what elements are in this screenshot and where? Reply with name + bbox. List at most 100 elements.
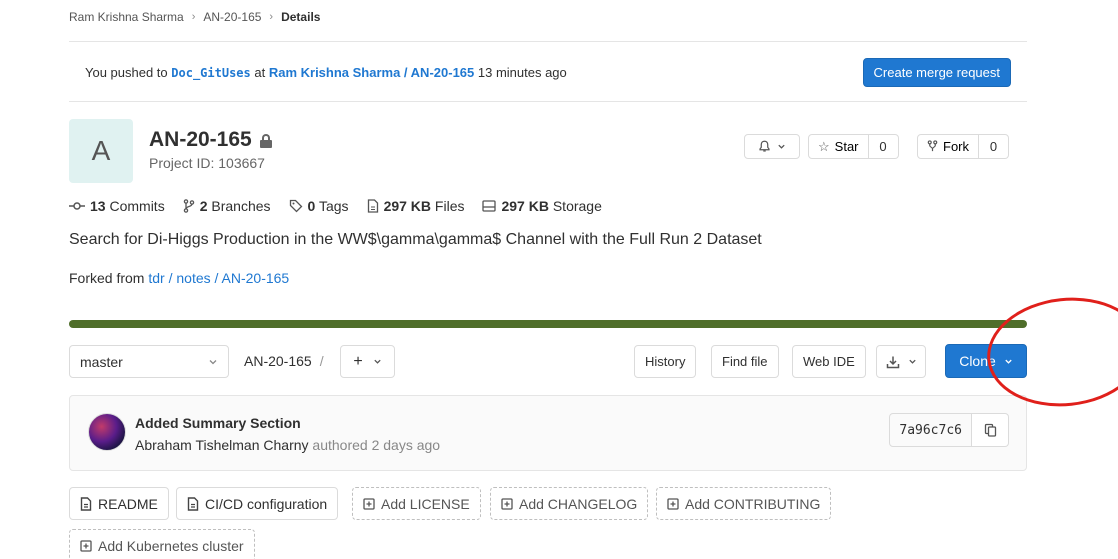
commit-time: authored 2 days ago (308, 437, 441, 453)
pushed-project-link[interactable]: Ram Krishna Sharma / AN-20-165 (269, 65, 474, 80)
add-contributing-label: Add CONTRIBUTING (685, 495, 821, 512)
commit-title[interactable]: Added Summary Section (135, 415, 301, 431)
commits-label: Commits (105, 198, 165, 214)
plus-square-icon (667, 497, 679, 510)
add-kubernetes-label: Add Kubernetes cluster (98, 537, 244, 554)
star-button[interactable]: ☆ Star (808, 134, 869, 159)
commit-sha-group: 7a96c7c6 (889, 413, 1009, 447)
storage-size: 297 KB (501, 198, 549, 214)
file-text-icon (187, 496, 199, 511)
project-avatar: A (69, 119, 133, 183)
star-icon: ☆ (818, 138, 830, 154)
fork-label: Fork (943, 139, 969, 154)
file-text-icon (80, 496, 92, 511)
branch-icon (183, 199, 194, 213)
project-description: Search for Di-Higgs Production in the WW… (69, 231, 762, 248)
clone-button[interactable]: Clone (945, 344, 1027, 378)
last-commit-box: Added Summary Section Abraham Tishelman … (69, 395, 1027, 471)
add-license-button[interactable]: Add LICENSE (352, 487, 481, 520)
chevron-down-icon (908, 359, 916, 364)
repo-path: AN-20-165 / (244, 353, 324, 369)
readme-button[interactable]: README (69, 487, 169, 520)
add-changelog-button[interactable]: Add CHANGELOG (490, 487, 649, 520)
chevron-down-icon (374, 359, 381, 364)
tags-label: Tags (315, 198, 349, 214)
star-label: Star (834, 139, 859, 154)
plus-square-icon (80, 539, 92, 552)
storage-label: Storage (548, 198, 602, 214)
add-contributing-button[interactable]: Add CONTRIBUTING (656, 487, 832, 520)
files-stat[interactable]: 297 KB Files (367, 198, 465, 214)
commit-author[interactable]: Abraham Tishelman Charny (135, 437, 309, 453)
create-merge-request-button[interactable]: Create merge request (862, 58, 1011, 87)
bell-icon (759, 140, 770, 152)
history-button[interactable]: History (634, 345, 697, 378)
add-to-tree-dropdown[interactable]: + (340, 345, 395, 378)
download-dropdown[interactable] (876, 345, 926, 378)
branches-count: 2 (199, 198, 208, 214)
push-banner: You pushed to Doc_GitUses at Ram Krishna… (69, 42, 1027, 102)
storage-icon (482, 200, 497, 212)
tag-icon (289, 199, 302, 213)
add-license-label: Add LICENSE (381, 495, 470, 512)
cicd-configuration-button[interactable]: CI/CD configuration (176, 487, 339, 520)
readme-label: README (98, 495, 158, 512)
cicd-label: CI/CD configuration (205, 495, 328, 512)
plus-square-icon (363, 497, 375, 510)
fork-count[interactable]: 0 (979, 134, 1009, 159)
files-label: Files (431, 198, 465, 214)
pipeline-status-bar[interactable] (69, 320, 1027, 328)
commit-sha[interactable]: 7a96c7c6 (889, 413, 972, 447)
star-group: ☆ Star 0 (808, 134, 899, 159)
commits-stat[interactable]: 13 Commits (69, 198, 165, 214)
path-separator: / (319, 353, 324, 369)
pushed-branch-link[interactable]: Doc_GitUses (171, 66, 250, 80)
copy-sha-button[interactable] (972, 413, 1009, 447)
file-icon (367, 199, 378, 213)
branch-name: master (80, 353, 123, 370)
project-id: Project ID: 103667 (149, 155, 265, 171)
breadcrumb-current[interactable]: Details (281, 10, 320, 24)
chevron-down-icon (209, 359, 217, 364)
files-size: 297 KB (383, 198, 432, 214)
push-message: You pushed to Doc_GitUses at Ram Krishna… (85, 65, 567, 80)
chevron-down-icon (1005, 359, 1012, 364)
project-title: AN-20-165 (149, 128, 272, 152)
push-time: 13 minutes ago (474, 65, 567, 80)
add-changelog-label: Add CHANGELOG (519, 495, 638, 512)
project-stats: 13 Commits 2 Branches 0 Tags 297 KB File… (69, 198, 602, 214)
fork-icon (927, 140, 938, 152)
download-icon (886, 356, 899, 368)
star-count[interactable]: 0 (868, 134, 899, 159)
copy-icon (984, 423, 996, 437)
breadcrumb-project[interactable]: AN-20-165 (203, 10, 261, 24)
forked-from: Forked from tdr / notes / AN-20-165 (69, 270, 289, 286)
lock-icon (259, 133, 272, 148)
chevron-down-icon (778, 144, 785, 149)
plus-square-icon (501, 497, 513, 510)
tags-stat[interactable]: 0 Tags (289, 198, 349, 214)
add-kubernetes-cluster-button[interactable]: Add Kubernetes cluster (69, 529, 255, 559)
breadcrumb-user[interactable]: Ram Krishna Sharma (69, 10, 184, 24)
forked-prefix: Forked from (69, 270, 149, 286)
fork-button[interactable]: Fork (917, 134, 979, 159)
branches-stat[interactable]: 2 Branches (183, 198, 271, 214)
author-avatar[interactable] (88, 413, 126, 451)
breadcrumb: Ram Krishna Sharma › AN-20-165 › Details (69, 10, 320, 24)
plus-icon: + (353, 352, 363, 370)
breadcrumb-chevron-icon: › (269, 11, 274, 23)
commits-count: 13 (90, 198, 106, 214)
fork-group: Fork 0 (917, 134, 1009, 159)
push-prefix: You pushed to (85, 65, 172, 80)
commit-meta: Abraham Tishelman Charny authored 2 days… (135, 437, 440, 453)
notification-dropdown[interactable] (744, 134, 800, 159)
repo-path-root[interactable]: AN-20-165 (244, 353, 312, 369)
branch-selector[interactable]: master (69, 345, 229, 378)
storage-stat[interactable]: 297 KB Storage (482, 198, 602, 214)
branches-label: Branches (207, 198, 271, 214)
commit-icon (69, 202, 85, 210)
web-ide-button[interactable]: Web IDE (792, 345, 866, 378)
clone-label: Clone (959, 353, 996, 369)
forked-from-link[interactable]: tdr / notes / AN-20-165 (148, 270, 289, 286)
find-file-button[interactable]: Find file (711, 345, 779, 378)
